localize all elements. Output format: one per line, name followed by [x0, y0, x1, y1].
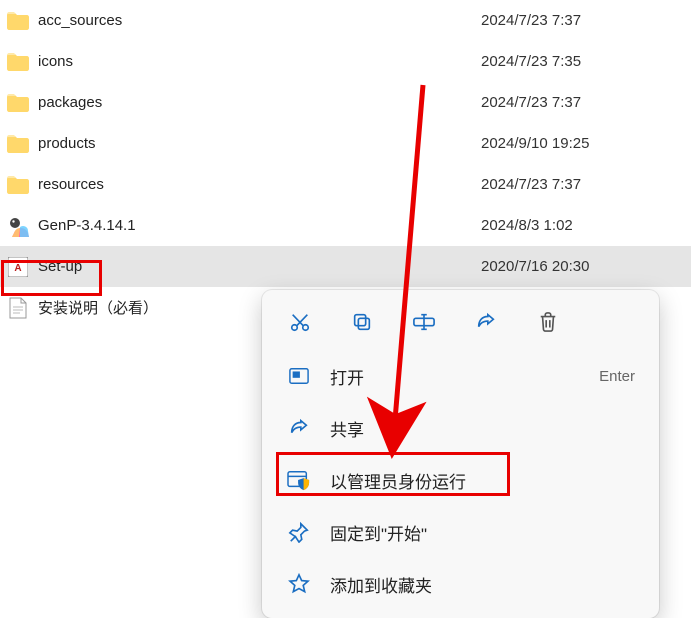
file-name: acc_sources: [38, 12, 471, 29]
menu-item-share[interactable]: 共享: [262, 402, 659, 454]
star-icon: [286, 571, 312, 597]
context-menu: 打开 Enter 共享 以管理员身份运行 固定到"开始" 添加到收藏夹: [262, 290, 659, 618]
file-name: products: [38, 135, 471, 152]
file-date: 2024/7/23 7:37: [471, 94, 691, 111]
file-name: resources: [38, 176, 471, 193]
copy-icon[interactable]: [348, 308, 376, 336]
file-row[interactable]: acc_sources 2024/7/23 7:37: [0, 0, 691, 41]
file-name: packages: [38, 94, 471, 111]
file-date: 2024/7/23 7:37: [471, 176, 691, 193]
file-row[interactable]: products 2024/9/10 19:25: [0, 123, 691, 164]
file-date: 2024/7/23 7:35: [471, 53, 691, 70]
folder-icon: [6, 132, 30, 156]
pin-icon: [286, 519, 312, 545]
file-row[interactable]: packages 2024/7/23 7:37: [0, 82, 691, 123]
file-date: 2024/8/3 1:02: [471, 217, 691, 234]
folder-icon: [6, 9, 30, 33]
menu-label: 添加到收藏夹: [330, 572, 635, 597]
context-menu-toolbar: [262, 298, 659, 350]
file-row[interactable]: icons 2024/7/23 7:35: [0, 41, 691, 82]
delete-icon[interactable]: [534, 308, 562, 336]
file-date: 2020/7/16 20:30: [471, 258, 691, 275]
open-icon: [286, 363, 312, 389]
folder-icon: [6, 173, 30, 197]
file-row[interactable]: resources 2024/7/23 7:37: [0, 164, 691, 205]
menu-label: 以管理员身份运行: [330, 468, 635, 493]
file-date: 2024/7/23 7:37: [471, 12, 691, 29]
file-row-selected[interactable]: A Set-up 2020/7/16 20:30: [0, 246, 691, 287]
menu-label: 固定到"开始": [330, 520, 635, 545]
menu-item-run-as-admin[interactable]: 以管理员身份运行: [262, 454, 659, 506]
rename-icon[interactable]: [410, 308, 438, 336]
file-list: acc_sources 2024/7/23 7:37 icons 2024/7/…: [0, 0, 691, 328]
share-icon[interactable]: [472, 308, 500, 336]
menu-item-pin-to-start[interactable]: 固定到"开始": [262, 506, 659, 558]
svg-text:A: A: [14, 263, 21, 274]
menu-item-add-favorites[interactable]: 添加到收藏夹: [262, 558, 659, 610]
cut-icon[interactable]: [286, 308, 314, 336]
menu-label: 共享: [330, 416, 635, 441]
file-date: 2024/9/10 19:25: [471, 135, 691, 152]
shield-admin-icon: [286, 467, 312, 493]
app-icon: [6, 214, 30, 238]
folder-icon: [6, 50, 30, 74]
menu-item-open[interactable]: 打开 Enter: [262, 350, 659, 402]
share-icon: [286, 415, 312, 441]
file-row[interactable]: GenP-3.4.14.1 2024/8/3 1:02: [0, 205, 691, 246]
file-name: Set-up: [38, 258, 471, 275]
file-name: icons: [38, 53, 471, 70]
folder-icon: [6, 91, 30, 115]
text-file-icon: [6, 296, 30, 320]
adobe-setup-icon: A: [6, 255, 30, 279]
menu-shortcut: Enter: [599, 368, 635, 385]
menu-label: 打开: [330, 364, 599, 389]
file-name: GenP-3.4.14.1: [38, 217, 471, 234]
